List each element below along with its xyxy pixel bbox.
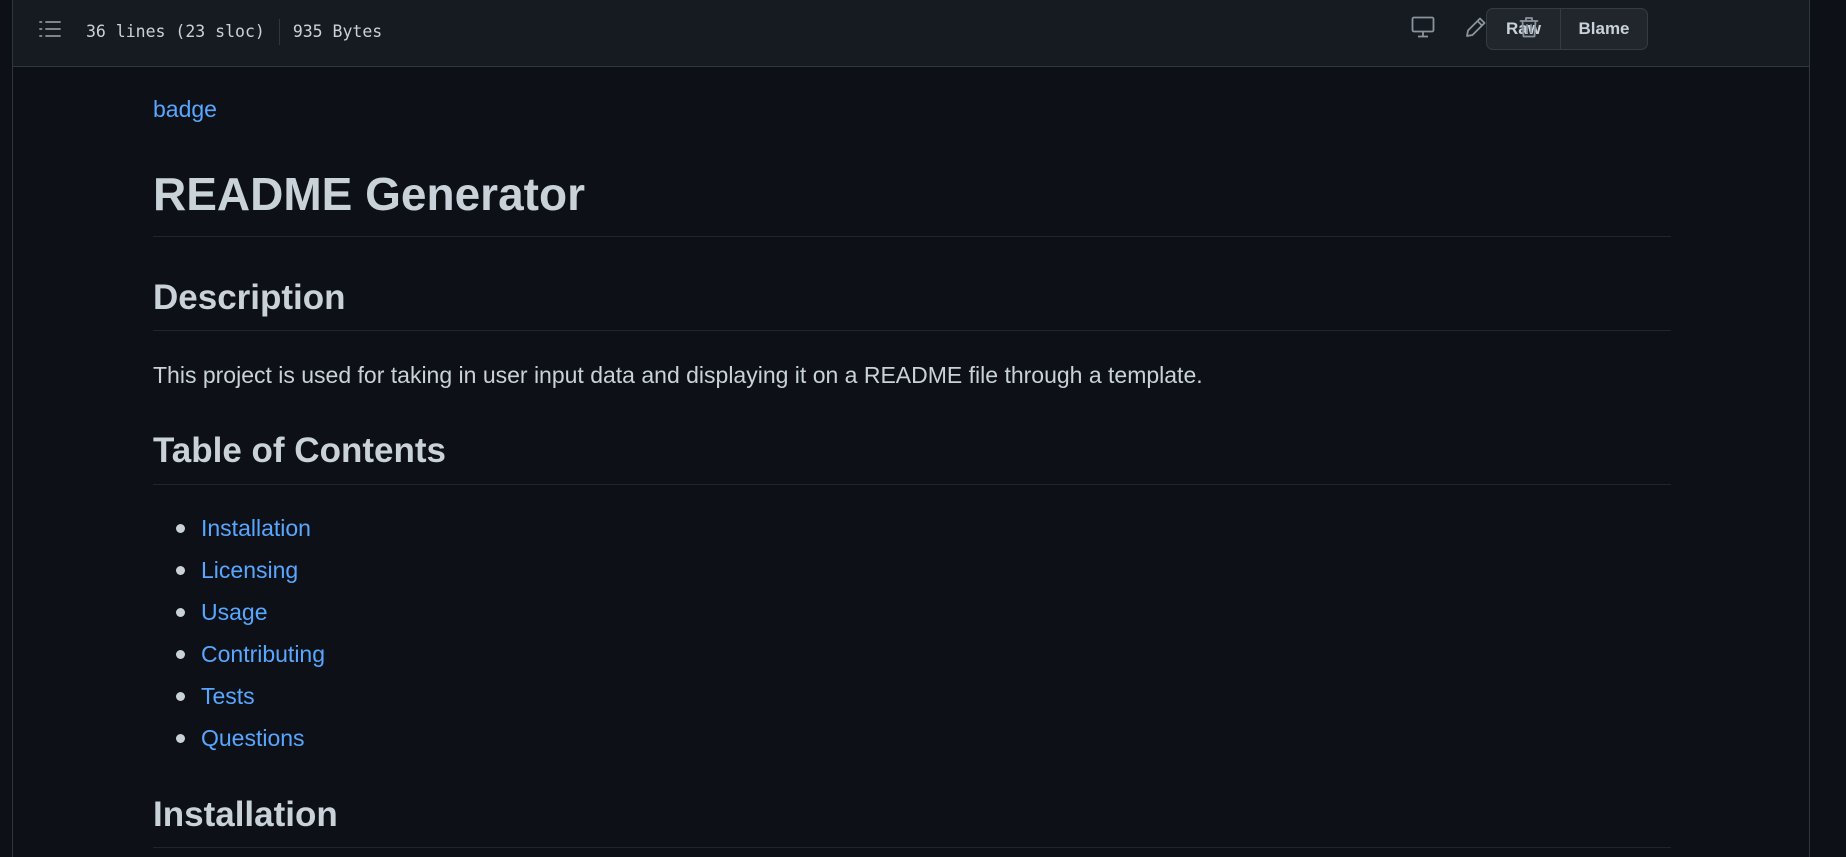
toc-item: Installation xyxy=(153,507,325,549)
description-text: This project is used for taking in user … xyxy=(153,362,1203,388)
toc-link-contributing[interactable]: Contributing xyxy=(201,641,325,667)
outline-toggle-button[interactable] xyxy=(35,16,65,46)
file-size: 935 Bytes xyxy=(292,22,383,41)
toc-item: Tests xyxy=(153,675,325,717)
device-desktop-icon xyxy=(1411,16,1435,43)
toc-item: Licensing xyxy=(153,549,325,591)
display-rich-button[interactable] xyxy=(1406,12,1440,46)
file-view-box: 36 lines (23 sloc) 935 Bytes Raw Blame b… xyxy=(12,0,1810,857)
toc-item: Contributing xyxy=(153,633,325,675)
blame-button[interactable]: Blame xyxy=(1561,9,1647,49)
bullet xyxy=(176,734,185,743)
delete-file-button[interactable] xyxy=(1512,12,1546,46)
view-button-group: Raw Blame xyxy=(1486,8,1648,50)
readme-title: README Generator xyxy=(153,166,1671,237)
bullet xyxy=(176,566,185,575)
bullet xyxy=(176,608,185,617)
trash-icon xyxy=(1519,16,1539,43)
toc-link-installation[interactable]: Installation xyxy=(201,515,311,541)
bullet xyxy=(176,650,185,659)
bullet xyxy=(176,524,185,533)
toc-link-licensing[interactable]: Licensing xyxy=(201,557,298,583)
line-count: 36 lines (23 sloc) xyxy=(86,22,265,41)
list-unordered-icon xyxy=(39,19,61,44)
toc-link-tests[interactable]: Tests xyxy=(201,683,255,709)
toc-link-questions[interactable]: Questions xyxy=(201,725,305,751)
installation-heading: Installation xyxy=(153,793,1671,848)
pencil-icon xyxy=(1465,16,1487,43)
info-divider xyxy=(278,19,280,45)
toc-list: Installation Licensing Usage Contributin… xyxy=(153,507,325,759)
description-heading: Description xyxy=(153,276,1671,331)
edit-file-button[interactable] xyxy=(1459,12,1493,46)
toc-heading: Table of Contents xyxy=(153,429,1671,485)
file-header: 36 lines (23 sloc) 935 Bytes Raw Blame xyxy=(13,0,1809,67)
toc-link-usage[interactable]: Usage xyxy=(201,599,267,625)
bullet xyxy=(176,692,185,701)
toc-item: Usage xyxy=(153,591,325,633)
badge-link[interactable]: badge xyxy=(153,96,217,123)
file-info: 36 lines (23 sloc) 935 Bytes xyxy=(86,19,382,45)
toc-item: Questions xyxy=(153,717,325,759)
